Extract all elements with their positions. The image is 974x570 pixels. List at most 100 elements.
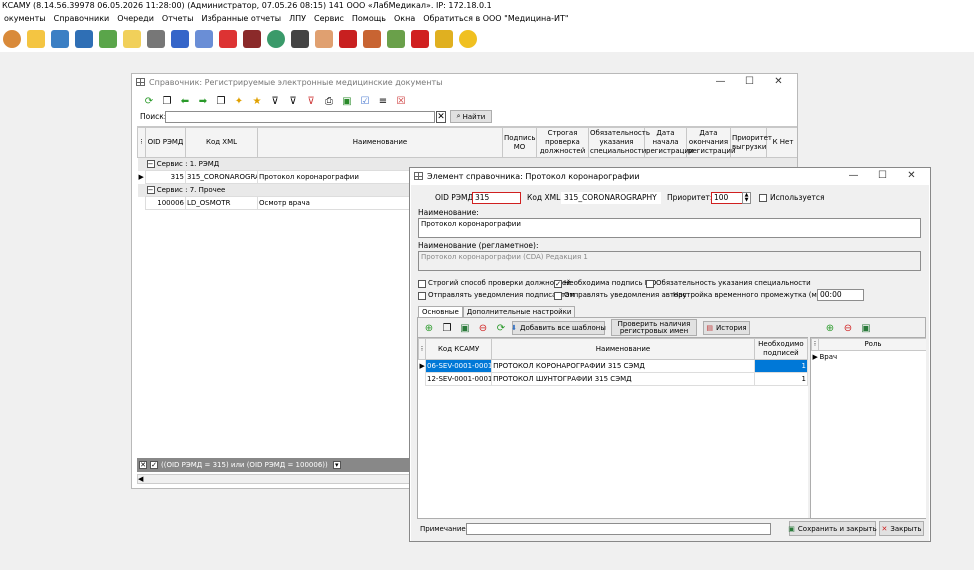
code-xml-input[interactable]: 315_CORONAROGRAPHY xyxy=(561,192,661,204)
menu-references[interactable]: Справочники xyxy=(50,12,114,26)
minimize-icon[interactable]: — xyxy=(706,74,735,90)
save-close-button[interactable]: ▣ Сохранить и закрыть xyxy=(788,521,877,536)
sort-icon[interactable]: ≡ xyxy=(376,94,390,108)
search-input[interactable] xyxy=(165,111,435,123)
col-signatures-needed[interactable]: Необходимо подписей xyxy=(753,338,808,360)
notify-author-checkbox[interactable] xyxy=(554,292,562,300)
arrow-right-icon[interactable]: ➡ xyxy=(196,94,210,108)
menu-windows[interactable]: Окна xyxy=(390,12,419,26)
delete-grid-icon[interactable]: ☒ xyxy=(394,94,408,108)
col-end-date[interactable]: Дата окончания регистрации xyxy=(686,127,736,158)
copy-icon[interactable]: ❐ xyxy=(440,321,454,335)
col-signature-mo[interactable]: Подпись МО xyxy=(502,127,537,158)
phone-icon[interactable] xyxy=(387,30,405,48)
print-icon[interactable]: ⎙ xyxy=(322,94,336,108)
pen-icon[interactable] xyxy=(147,30,165,48)
journal-icon[interactable] xyxy=(27,30,45,48)
horizontal-scrollbar[interactable]: ◀ xyxy=(137,474,410,484)
col-ksamu-code[interactable]: Код КСАМУ xyxy=(425,338,493,360)
search-icon[interactable] xyxy=(195,30,213,48)
tab-additional-settings[interactable]: Дополнительные настройки xyxy=(462,306,576,317)
collapse-icon[interactable]: − xyxy=(146,160,155,168)
menu-queues[interactable]: Очереди xyxy=(113,12,158,26)
calendar-icon[interactable] xyxy=(171,30,189,48)
export-icon[interactable]: ❐ xyxy=(214,94,228,108)
globe-icon[interactable] xyxy=(267,30,285,48)
pills-icon[interactable] xyxy=(99,30,117,48)
oid-input[interactable]: 315 xyxy=(472,192,521,204)
flag-icon[interactable] xyxy=(291,30,309,48)
time-interval-input[interactable]: 00:00 xyxy=(817,289,864,301)
col-role[interactable]: Роль xyxy=(818,338,926,351)
signature-mo-checkbox[interactable]: ✓ xyxy=(554,280,562,288)
history-button[interactable]: ▤ История xyxy=(703,321,750,335)
note-input[interactable] xyxy=(466,523,771,535)
collapse-icon[interactable]: − xyxy=(146,186,155,194)
col-specialty-required[interactable]: Обязательность указания специальности xyxy=(588,127,650,158)
person-icon[interactable] xyxy=(315,30,333,48)
schedule-icon[interactable] xyxy=(363,30,381,48)
menu-help[interactable]: Помощь xyxy=(348,12,390,26)
notify-signers-checkbox[interactable] xyxy=(418,292,426,300)
col-priority[interactable]: Приоритет выгрузки xyxy=(730,127,772,158)
filter-icon[interactable]: ⊽ xyxy=(268,94,282,108)
close-button[interactable]: ✕ Закрыть xyxy=(879,521,924,536)
add-icon[interactable]: ⊕ xyxy=(422,321,436,335)
save-icon[interactable]: ▣ xyxy=(458,321,472,335)
maximize-icon[interactable]: ☐ xyxy=(868,168,897,184)
col-template-name[interactable]: Наименование xyxy=(491,338,755,360)
strict-check-checkbox[interactable] xyxy=(418,280,426,288)
menu-favorite-reports[interactable]: Избранные отчеты xyxy=(198,12,286,26)
delete-icon[interactable]: ⊖ xyxy=(476,321,490,335)
shield-icon[interactable] xyxy=(411,30,429,48)
cross-icon[interactable] xyxy=(219,30,237,48)
specialty-checkbox[interactable] xyxy=(646,280,654,288)
priority-input[interactable]: 100 xyxy=(711,192,743,204)
clear-filter-icon[interactable]: ✕ xyxy=(139,461,147,469)
add-all-templates-button[interactable]: ⬇ Добавить все шаблоны xyxy=(511,321,606,335)
col-code-xml[interactable]: Код XML xyxy=(185,127,258,158)
close-icon[interactable]: ✕ xyxy=(897,168,926,184)
menu-lpu[interactable]: ЛПУ xyxy=(285,12,310,26)
card-icon[interactable] xyxy=(51,30,69,48)
col-name[interactable]: Наименование xyxy=(257,127,503,158)
name-input[interactable]: Протокол коронарографии xyxy=(418,218,921,238)
col-extra[interactable]: К Нет xyxy=(766,127,797,158)
check-reg-names-button[interactable]: Проверить наличия регистровых имен xyxy=(611,319,697,336)
copy-icon[interactable]: ❐ xyxy=(160,94,174,108)
minimize-icon[interactable]: — xyxy=(839,168,868,184)
filter-edit-icon[interactable]: ⊽ xyxy=(286,94,300,108)
tab-main[interactable]: Основные xyxy=(418,306,463,317)
menu-contact[interactable]: Обратиться в ООО "Медицина-ИТ" xyxy=(419,12,572,26)
col-oid[interactable]: OID РЭМД xyxy=(145,127,186,158)
table-row[interactable]: ▶ 06-SEV-0001-000141 ПРОТОКОЛ КОРОНАРОГР… xyxy=(419,359,808,373)
check-icon[interactable]: ☑ xyxy=(358,94,372,108)
edit-icon[interactable] xyxy=(123,30,141,48)
monitor-icon[interactable] xyxy=(75,30,93,48)
table-row[interactable]: 12-SEV-0001-000141 ПРОТОКОЛ ШУНТОГРАФИИ … xyxy=(419,372,808,386)
chat-icon[interactable] xyxy=(459,30,477,48)
refresh-icon[interactable]: ⟳ xyxy=(494,321,508,335)
used-checkbox[interactable] xyxy=(759,194,767,202)
favorite-icon[interactable]: ★ xyxy=(250,94,264,108)
book-icon[interactable] xyxy=(243,30,261,48)
arrow-left-icon[interactable]: ⬅ xyxy=(178,94,192,108)
filter-enabled-checkbox[interactable]: ✓ xyxy=(150,461,158,469)
close-icon[interactable]: ✕ xyxy=(764,74,793,90)
col-strict-check[interactable]: Строгая проверка должностей xyxy=(536,127,589,158)
user-icon[interactable] xyxy=(3,30,21,48)
menu-service[interactable]: Сервис xyxy=(310,12,348,26)
clear-search-icon[interactable]: ✕ xyxy=(436,111,446,123)
table-row[interactable]: ▶ Врач xyxy=(812,351,927,364)
delete-icon[interactable]: ⊖ xyxy=(841,321,855,335)
find-button[interactable]: ⌕ Найти xyxy=(450,110,492,123)
add-icon[interactable]: ⊕ xyxy=(823,321,837,335)
maximize-icon[interactable]: ☐ xyxy=(735,74,764,90)
save-icon[interactable]: ▣ xyxy=(859,321,873,335)
col-start-date[interactable]: Дата начала регистрации xyxy=(644,127,694,158)
star-icon[interactable]: ✦ xyxy=(232,94,246,108)
menu-documents[interactable]: окументы xyxy=(0,12,50,26)
red-book-icon[interactable] xyxy=(339,30,357,48)
lock-icon[interactable] xyxy=(435,30,453,48)
menu-reports[interactable]: Отчеты xyxy=(158,12,198,26)
